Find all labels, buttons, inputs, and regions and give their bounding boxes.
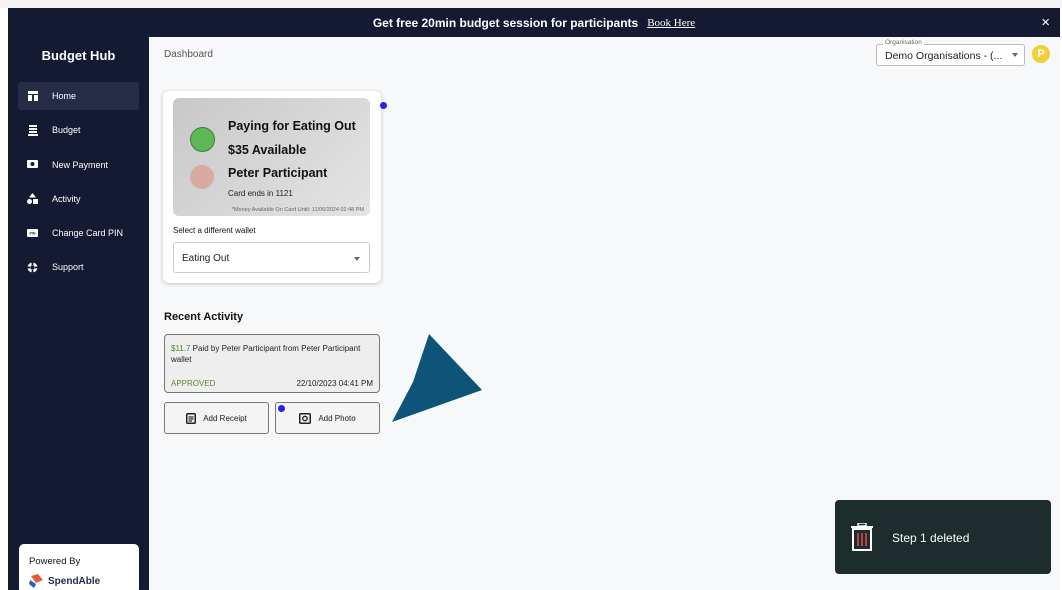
organisation-select[interactable]: Organisation Demo Organisations - (...: [876, 39, 1025, 66]
wallet-card: Paying for Eating Out $35 Available Pete…: [163, 91, 381, 283]
card-ends: Card ends in 1121: [228, 189, 293, 198]
promo-banner: Get free 20min budget session for partic…: [8, 8, 1060, 37]
spendable-logo-icon: [29, 574, 43, 588]
green-status-dot: [190, 127, 215, 152]
wallet-select-value: Eating Out: [182, 253, 230, 264]
sidebar-item-label: Home: [52, 91, 77, 101]
pink-status-dot: [190, 165, 214, 189]
activity-icon: [27, 193, 38, 205]
activity-date: 22/10/2023 04:41 PM: [296, 379, 373, 388]
activity-description: $11.7 Paid by Peter Participant from Pet…: [171, 343, 371, 365]
card-participant: Peter Participant: [228, 166, 328, 180]
sidebar-item-label: New Payment: [52, 159, 109, 170]
activity-amount: $11.7: [171, 344, 191, 353]
add-photo-button[interactable]: Add Photo: [275, 402, 380, 434]
add-receipt-button[interactable]: Add Receipt: [164, 402, 269, 434]
card-visual: Paying for Eating Out $35 Available Pete…: [173, 98, 370, 216]
chevron-down-icon: [354, 257, 360, 261]
sidebar-item-label: Change Card PIN: [52, 228, 124, 239]
sidebar-nav: Home Budget New Payment Activity PIN Cha…: [18, 82, 139, 288]
chevron-down-icon: [1012, 53, 1018, 57]
pointer-arrow: [392, 334, 482, 422]
organisation-label: Organisation: [883, 39, 924, 46]
spendable-brand: SpendAble: [48, 575, 101, 587]
sidebar-item-home[interactable]: Home: [18, 82, 139, 110]
sidebar-item-label: Budget: [52, 125, 81, 136]
sidebar-item-activity[interactable]: Activity: [18, 185, 139, 213]
add-receipt-label: Add Receipt: [203, 413, 247, 423]
status-badge: APPROVED: [171, 379, 216, 388]
window-frame: [0, 0, 1062, 8]
pin-icon: PIN: [27, 228, 38, 239]
trash-icon: [851, 523, 873, 551]
receipt-icon: [186, 412, 197, 424]
sidebar-item-label: Activity: [52, 193, 81, 204]
marker-dot: [380, 102, 387, 109]
select-wallet-label: Select a different wallet: [173, 226, 256, 235]
avatar[interactable]: P: [1032, 45, 1050, 63]
budget-icon: [27, 124, 38, 136]
spendable-logo: SpendAble: [29, 574, 139, 588]
brand-title: Budget Hub: [41, 48, 116, 63]
recent-activity-title: Recent Activity: [164, 311, 244, 323]
toast-notification: Step 1 deleted: [835, 500, 1051, 574]
marker-dot: [278, 405, 285, 412]
payment-icon: [27, 159, 38, 170]
camera-icon: [299, 412, 312, 424]
home-icon: [27, 91, 38, 102]
sidebar-item-support[interactable]: Support: [18, 253, 139, 281]
card-available: $35 Available: [228, 143, 307, 157]
sidebar-item-label: Support: [52, 262, 84, 273]
organisation-value: Demo Organisations - (...: [885, 50, 1003, 62]
activity-text: Paid by Peter Participant from Peter Par…: [171, 344, 361, 364]
powered-by-box: Powered By SpendAble: [19, 544, 139, 590]
sidebar-item-new-payment[interactable]: New Payment: [18, 151, 139, 179]
card-title: Paying for Eating Out: [228, 119, 356, 133]
sidebar-item-change-card-pin[interactable]: PIN Change Card PIN: [18, 219, 139, 247]
sidebar: Budget Hub Home Budget New Payment Activ…: [8, 37, 149, 590]
card-note: *Money Available On Card Until: 11/06/20…: [231, 207, 364, 213]
powered-by-label: Powered By: [29, 556, 81, 567]
sidebar-item-budget[interactable]: Budget: [18, 116, 139, 144]
add-photo-label: Add Photo: [318, 413, 356, 423]
support-icon: [27, 262, 38, 273]
banner-text: Get free 20min budget session for partic…: [372, 15, 639, 30]
book-here-link[interactable]: Book Here: [647, 17, 695, 29]
banner-close-button[interactable]: ×: [1041, 14, 1050, 31]
page-title: Dashboard: [164, 49, 213, 60]
activity-item[interactable]: $11.7 Paid by Peter Participant from Pet…: [164, 334, 380, 393]
wallet-select[interactable]: Eating Out: [173, 242, 370, 273]
toast-message: Step 1 deleted: [892, 531, 970, 545]
svg-text:PIN: PIN: [30, 232, 36, 236]
